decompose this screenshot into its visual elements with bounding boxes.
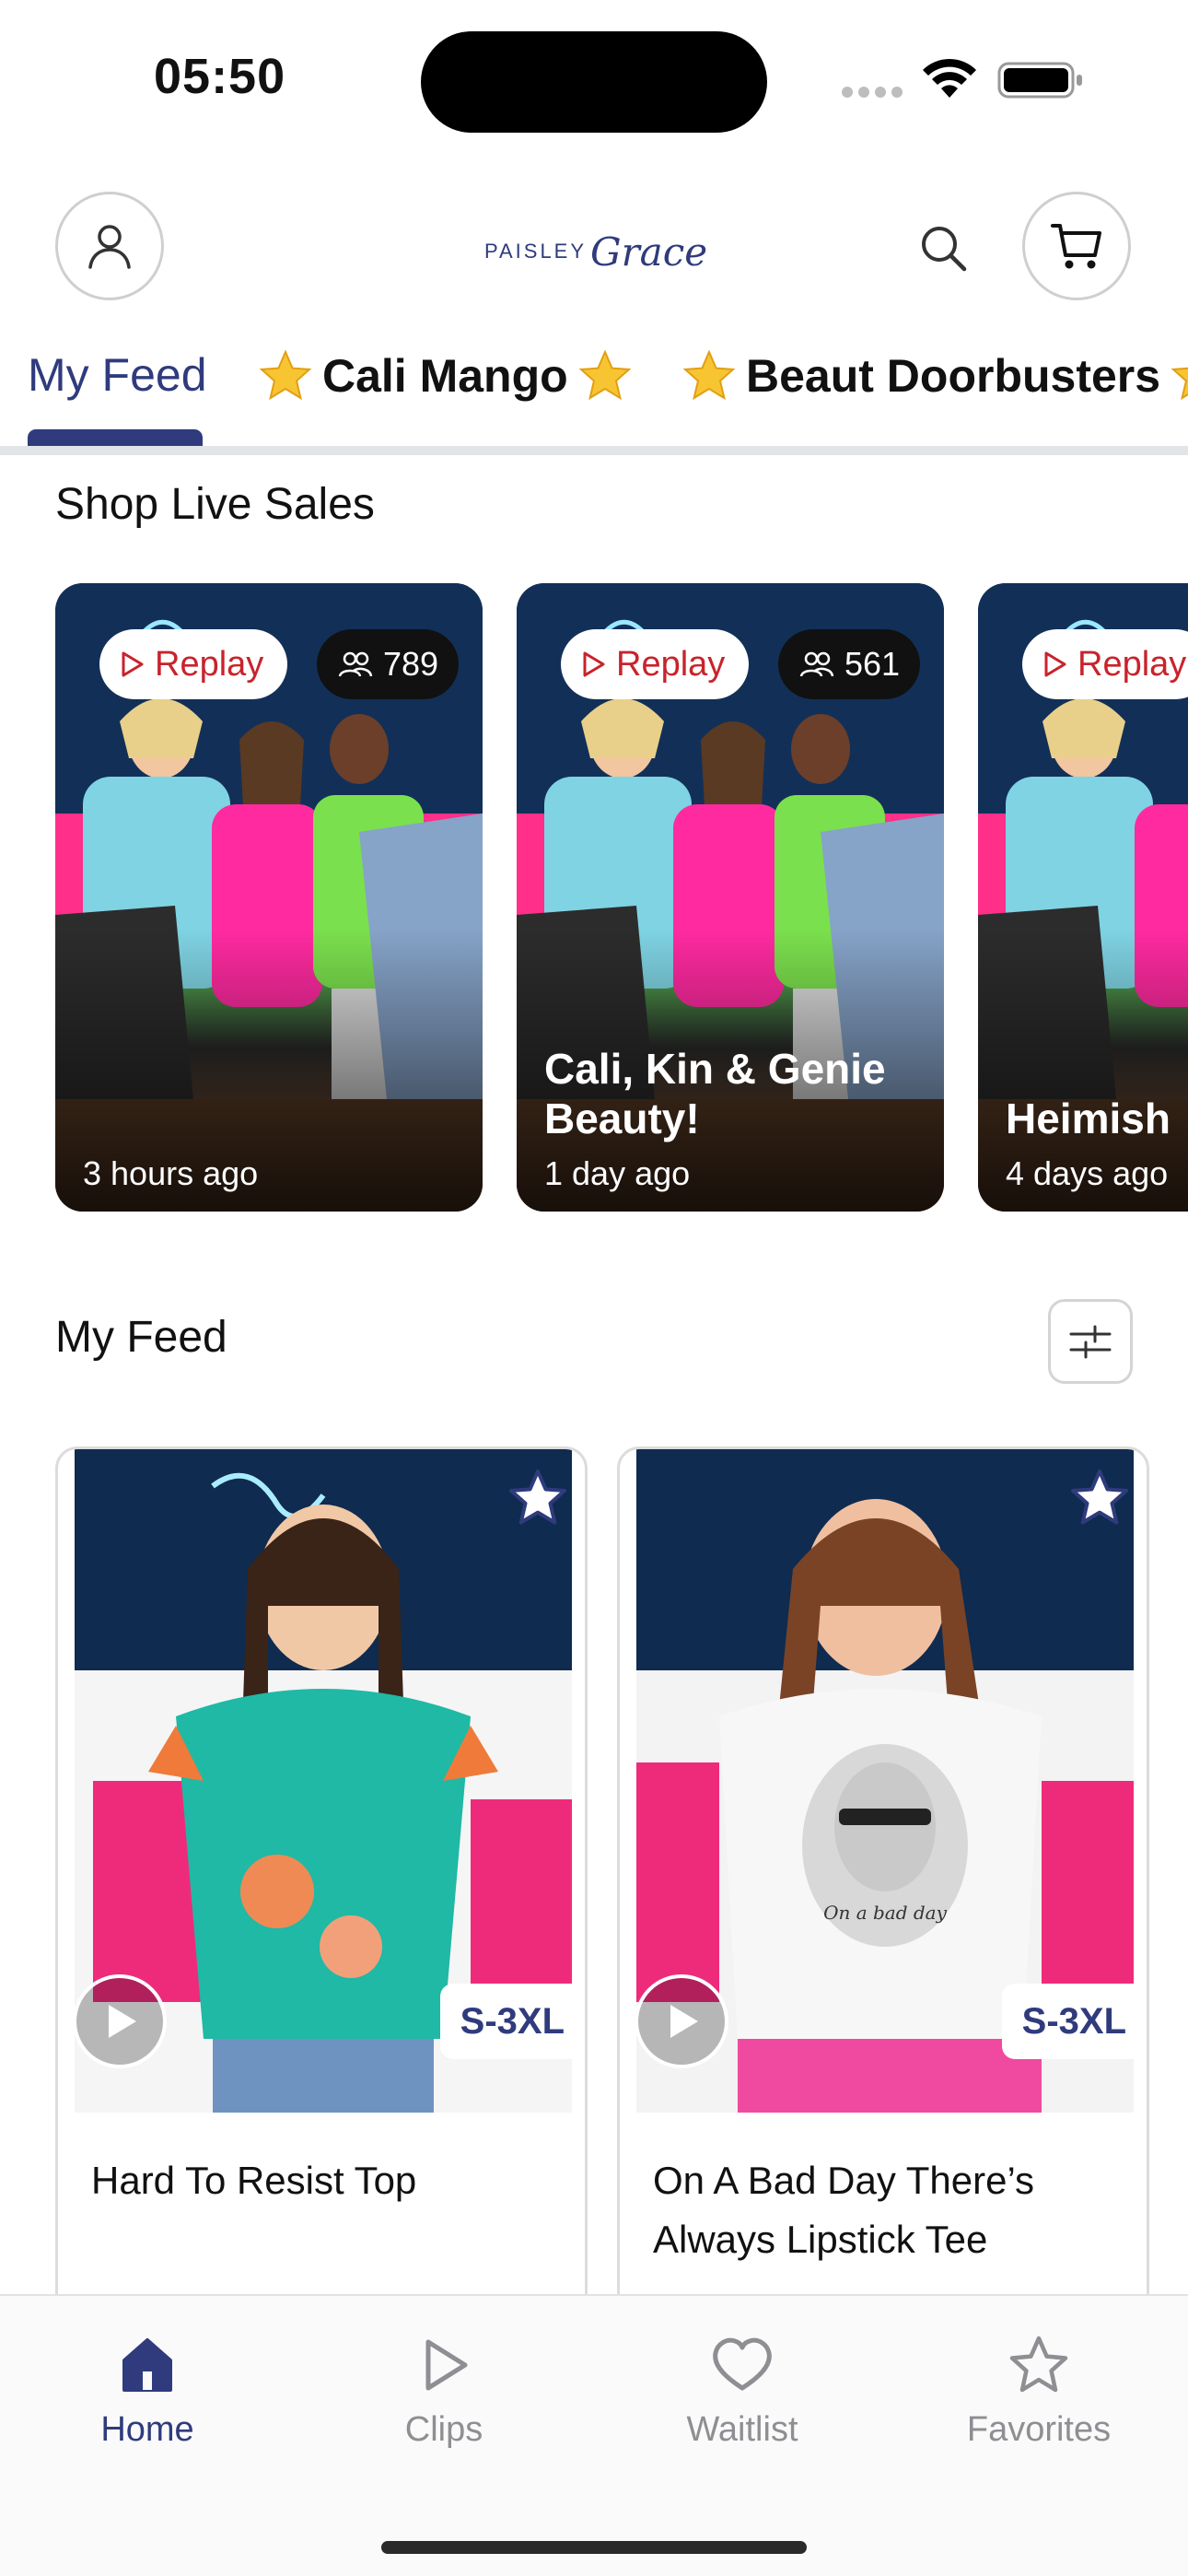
live-sales-carousel[interactable]: Replay 789 3 hours ago Replay 561 Cali, … [0,583,1188,1212]
live-sale-time: 4 days ago [1006,1154,1169,1192]
product-card[interactable]: S-3XL Hard To Resist Top [55,1446,588,2331]
viewers-icon [799,651,834,677]
replay-badge: Replay [1022,629,1188,699]
viewer-count-badge: 561 [778,629,921,699]
tab-my-feed[interactable]: My Feed [28,348,207,402]
product-card[interactable]: On a bad day S-3XL On A Bad Day There’s … [617,1446,1149,2331]
nav-favorites[interactable]: Favorites [928,2333,1149,2450]
product-name[interactable]: Hard To Resist Top [91,2151,561,2210]
filter-button[interactable] [1048,1299,1133,1384]
replay-badge: Replay [99,629,288,699]
viewer-count-badge: 789 [317,629,460,699]
live-sales-title: Shop Live Sales [55,480,375,529]
product-name[interactable]: On A Bad Day There’s Always Lipstick Tee [653,2151,1123,2269]
live-sale-name: Heimish [1006,1095,1171,1142]
live-sale-time: 1 day ago [544,1154,691,1192]
favorite-star-icon[interactable] [1069,1468,1130,1528]
video-play-button[interactable] [635,1974,728,2068]
sliders-icon [1069,1325,1112,1359]
cellular-signal-icon [842,77,904,98]
dynamic-island [421,31,767,133]
cart-icon [1051,224,1101,269]
live-sale-card[interactable]: Replay Heimish 4 days ago [978,583,1188,1212]
star-emoji-icon [1171,367,1188,401]
size-range-badge: S-3XL [439,1984,585,2059]
nav-waitlist[interactable]: Waitlist [632,2333,853,2450]
play-icon [670,2005,698,2038]
status-time: 05:50 [154,49,286,104]
nav-clips[interactable]: Clips [333,2333,554,2450]
live-sale-card[interactable]: Replay 789 3 hours ago [55,583,483,1212]
live-sale-name: Cali, Kin & Genie Beauty! [544,1045,886,1142]
status-bar: 05:50 [0,0,1188,157]
tab-cali-mango[interactable]: Cali Mango [258,348,633,404]
replay-badge: Replay [561,629,750,699]
tabs-divider [0,446,1188,455]
home-icon [122,2338,172,2392]
star-icon [1009,2336,1068,2393]
play-outline-icon [1044,651,1066,677]
play-icon [425,2339,468,2391]
user-icon [88,225,131,269]
category-tabs: My Feed Cali Mango Beaut Doorbusters [0,332,1188,446]
live-sale-time: 3 hours ago [83,1154,259,1192]
svg-text:On a bad day: On a bad day [823,1902,948,1924]
live-sale-card[interactable]: Replay 561 Cali, Kin & Genie Beauty! 1 d… [517,583,944,1212]
star-emoji-icon [682,349,736,401]
wifi-icon [923,58,976,98]
tab-beaut-doorbusters[interactable]: Beaut Doorbusters [681,348,1188,404]
play-outline-icon [583,651,605,677]
video-play-button[interactable] [73,1974,167,2068]
cart-button[interactable] [1022,192,1131,300]
bottom-tab-bar: Home Clips Waitlist Favorites [0,2294,1188,2576]
search-icon [922,227,967,272]
brand-logo: PAISLEY Grace [483,228,708,275]
size-range-badge: S-3XL [1001,1984,1147,2059]
profile-button[interactable] [55,192,164,300]
active-tab-indicator [28,429,203,446]
nav-home[interactable]: Home [37,2333,258,2450]
my-feed-title: My Feed [55,1313,227,1362]
search-button[interactable] [912,217,976,281]
viewers-icon [338,651,373,677]
heart-icon [713,2337,772,2391]
home-indicator [381,2541,807,2554]
play-outline-icon [122,651,144,677]
app-header: PAISLEY Grace [0,184,1188,313]
star-emoji-icon [259,349,312,401]
battery-icon [997,62,1082,99]
play-icon [109,2005,136,2038]
favorite-star-icon[interactable] [507,1468,568,1528]
star-emoji-icon [578,349,632,401]
